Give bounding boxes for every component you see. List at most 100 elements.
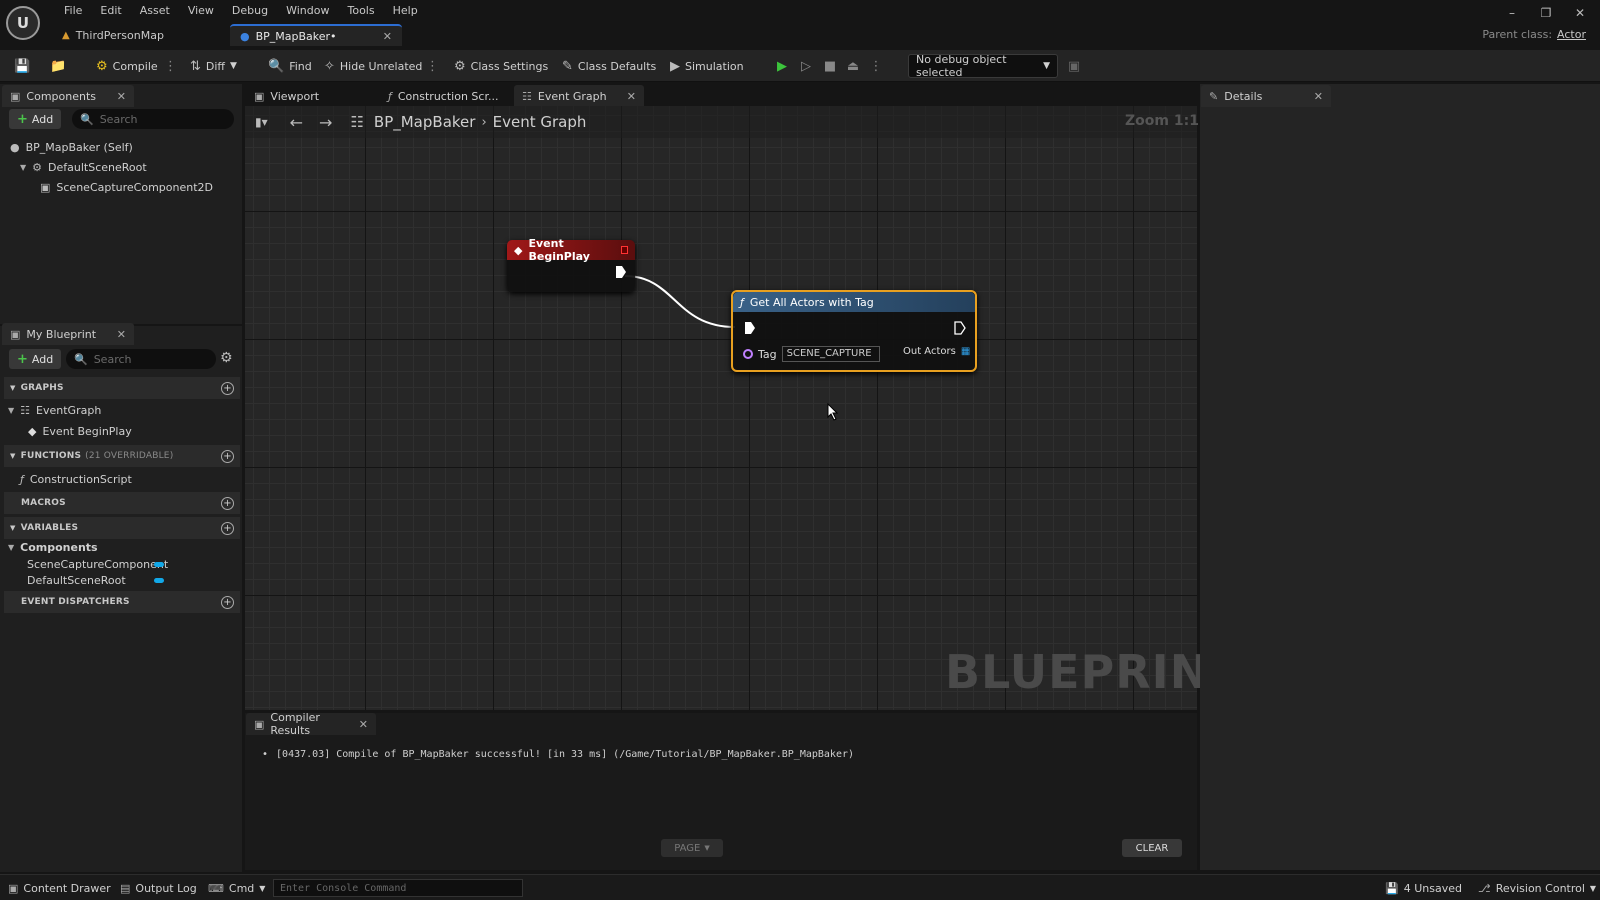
breadcrumb-root[interactable]: BP_MapBaker — [374, 113, 476, 131]
minimize-icon[interactable]: – — [1500, 4, 1524, 22]
console-command-input[interactable]: Enter Console Command — [273, 879, 523, 897]
menu-file[interactable]: File — [55, 2, 91, 20]
hide-unrelated-button[interactable]: ✧ Hide Unrelated — [320, 55, 426, 77]
node-get-all-actors-with-tag[interactable]: ƒ Get All Actors with Tag Tag SCENE_CAPT… — [731, 290, 977, 372]
compile-options-icon[interactable]: ⋮ — [160, 55, 181, 77]
exec-out-pin-icon[interactable] — [954, 321, 966, 335]
simulation-button[interactable]: ▶ Simulation — [666, 55, 748, 77]
forward-arrow-icon[interactable]: → — [319, 113, 332, 132]
tab-compiler-results[interactable]: ▣ Compiler Results ✕ — [246, 711, 376, 737]
node-title: Event BeginPlay — [528, 237, 590, 263]
tree-item-defaultsceneroot[interactable]: ▼ ⚙ DefaultSceneRoot — [20, 158, 147, 176]
name-pin-icon[interactable] — [743, 349, 753, 359]
browse-icon[interactable]: 📁 — [46, 55, 70, 77]
debug-object-select[interactable]: No debug object selected ▼ — [908, 53, 1058, 79]
add-component-button[interactable]: + Add — [9, 109, 62, 129]
tab-details[interactable]: ✎ Details ✕ — [1201, 85, 1331, 107]
section-event-dispatchers[interactable]: EVENT DISPATCHERS + — [4, 591, 240, 613]
section-graphs[interactable]: ▼ GRAPHS + — [4, 377, 240, 399]
add-variable-icon[interactable]: + — [221, 521, 234, 535]
variable-defaultsceneroot[interactable]: DefaultSceneRoot — [27, 572, 126, 588]
stop-icon[interactable]: ■ — [820, 55, 840, 77]
menu-help[interactable]: Help — [384, 2, 427, 20]
class-settings-button[interactable]: ⚙ Class Settings — [450, 55, 552, 77]
close-window-icon[interactable]: ✕ — [1568, 4, 1592, 22]
tab-viewport[interactable]: ▣ Viewport — [246, 85, 374, 107]
my-blueprint-search-input[interactable]: 🔍 Search — [66, 349, 216, 369]
doc-tab-bp-mapbaker[interactable]: ● BP_MapBaker• ✕ — [230, 24, 402, 46]
tree-item-scenecapture[interactable]: ▣ SceneCaptureComponent2D — [40, 178, 213, 196]
message-text[interactable]: [0437.03] Compile of BP_MapBaker success… — [276, 749, 854, 760]
collapse-icon: ▼ — [10, 452, 16, 460]
event-graph-canvas[interactable] — [245, 106, 1197, 710]
content-drawer-icon: ▣ — [8, 881, 19, 895]
back-arrow-icon[interactable]: ← — [290, 113, 303, 132]
add-macro-icon[interactable]: + — [221, 496, 234, 510]
page-button[interactable]: PAGE ▼ — [661, 839, 723, 857]
compile-button[interactable]: ⚙ Compile — [92, 55, 162, 77]
play-options-icon[interactable]: ⋮ — [866, 55, 886, 77]
add-function-icon[interactable]: + — [221, 449, 234, 463]
save-icon[interactable]: 💾 — [10, 55, 34, 77]
section-functions[interactable]: ▼ FUNCTIONS (21 OVERRIDABLE) + — [4, 445, 240, 467]
section-macros[interactable]: MACROS + — [4, 492, 240, 514]
menu-tools[interactable]: Tools — [338, 2, 383, 20]
add-graph-icon[interactable]: + — [221, 381, 234, 395]
add-dispatcher-icon[interactable]: + — [221, 595, 234, 609]
cmd-dropdown[interactable]: ⌨ Cmd ▼ — [208, 879, 265, 897]
output-log-icon: ▤ — [120, 881, 131, 895]
simulation-label: Simulation — [685, 59, 744, 73]
diff-button[interactable]: ⇅ Diff ▼ — [186, 55, 241, 77]
menu-debug[interactable]: Debug — [223, 2, 277, 20]
delegate-pin-icon[interactable] — [620, 246, 628, 254]
content-drawer-button[interactable]: ▣ Content Drawer — [8, 879, 111, 897]
exec-out-pin-icon[interactable] — [615, 265, 627, 279]
doc-tab-thirdpersonmap[interactable]: ▲ ThirdPersonMap — [52, 24, 228, 46]
play-icon[interactable]: ▶ — [772, 55, 792, 77]
unreal-logo-icon[interactable]: U — [6, 6, 40, 40]
tree-item-self[interactable]: ● BP_MapBaker (Self) — [10, 138, 133, 156]
close-icon[interactable]: ✕ — [1314, 90, 1323, 103]
output-log-button[interactable]: ▤ Output Log — [120, 879, 197, 897]
section-label: FUNCTIONS — [20, 451, 82, 461]
tab-construction-script[interactable]: ƒ Construction Scr... — [380, 85, 510, 107]
menu-view[interactable]: View — [179, 2, 223, 20]
parent-class-value[interactable]: Actor — [1557, 28, 1586, 41]
node-event-beginplay[interactable]: ◆ Event BeginPlay — [507, 237, 635, 292]
close-tab-icon[interactable]: ✕ — [383, 30, 392, 43]
menu-asset[interactable]: Asset — [131, 2, 179, 20]
components-search-input[interactable]: 🔍 Search — [72, 109, 234, 129]
tab-event-graph[interactable]: ☷ Event Graph ✕ — [514, 85, 644, 107]
close-icon[interactable]: ✕ — [117, 328, 126, 341]
restore-icon[interactable]: ❐ — [1534, 4, 1558, 22]
menu-window[interactable]: Window — [277, 2, 338, 20]
debug-filter-icon[interactable]: ▣ — [1064, 55, 1084, 77]
function-item-constructionscript[interactable]: ƒ ConstructionScript — [20, 470, 132, 488]
tab-components[interactable]: ▣ Components ✕ — [2, 85, 134, 107]
menu-edit[interactable]: Edit — [91, 2, 130, 20]
variable-category-components[interactable]: ▼ Components — [8, 538, 98, 556]
tab-my-blueprint[interactable]: ▣ My Blueprint ✕ — [2, 323, 134, 345]
section-variables[interactable]: ▼ VARIABLES + — [4, 517, 240, 539]
close-icon[interactable]: ✕ — [117, 90, 126, 103]
unsaved-button[interactable]: 💾 4 Unsaved — [1385, 879, 1462, 897]
hide-unrelated-options-icon[interactable]: ⋮ — [422, 55, 443, 77]
close-icon[interactable]: ✕ — [359, 718, 368, 731]
add-member-button[interactable]: + Add — [9, 349, 62, 369]
variable-scenecapturecomponent[interactable]: SceneCaptureComponent — [27, 556, 168, 572]
clear-button[interactable]: CLEAR — [1122, 839, 1182, 857]
find-icon: 🔍 — [268, 58, 285, 74]
settings-gear-icon[interactable]: ⚙ — [220, 350, 233, 366]
bookmark-icon[interactable]: ▮▾ — [255, 115, 268, 129]
close-icon[interactable]: ✕ — [627, 90, 636, 103]
step-icon[interactable]: ▷ — [796, 55, 816, 77]
exec-in-pin-icon[interactable] — [744, 321, 756, 335]
class-defaults-button[interactable]: ✎ Class Defaults — [558, 55, 660, 77]
graph-item-event-beginplay[interactable]: ◆ Event BeginPlay — [28, 422, 132, 440]
eject-icon[interactable]: ⏏ — [843, 55, 863, 77]
array-pin-icon[interactable]: ▦ — [961, 346, 970, 357]
tag-value-input[interactable]: SCENE_CAPTURE — [781, 346, 880, 362]
graph-item-eventgraph[interactable]: ▼ ☷ EventGraph — [8, 401, 101, 419]
find-button[interactable]: 🔍 Find — [264, 55, 316, 77]
revision-control-button[interactable]: ⎇ Revision Control ▼ — [1478, 879, 1596, 897]
